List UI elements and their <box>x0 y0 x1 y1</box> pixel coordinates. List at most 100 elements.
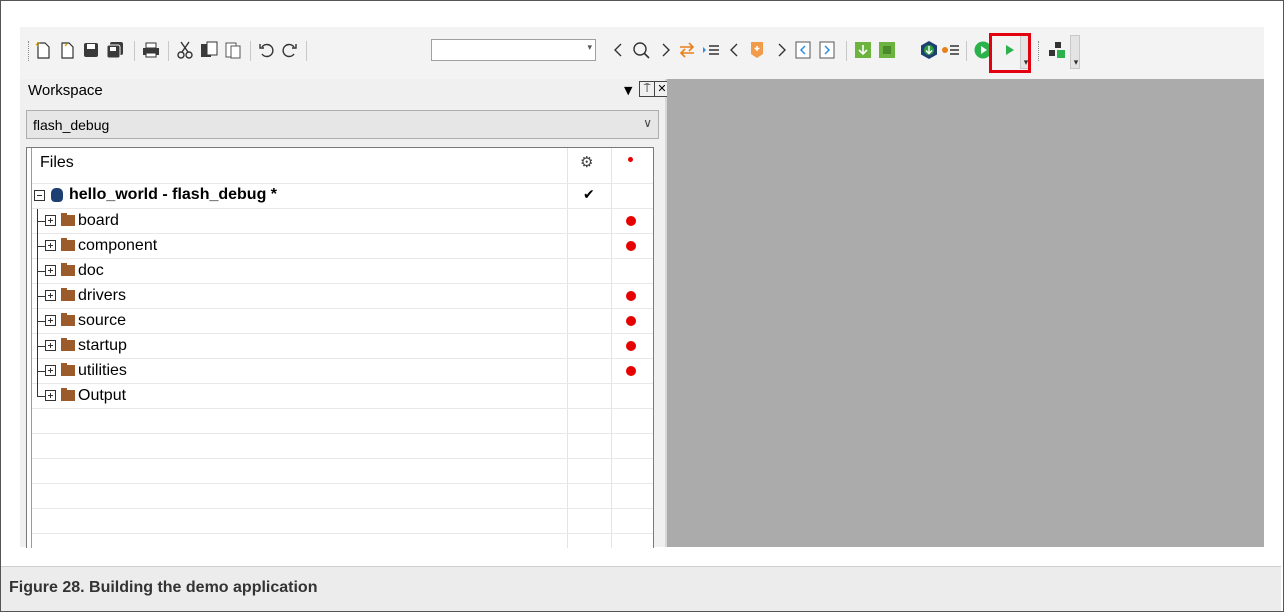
print-icon[interactable] <box>142 41 160 59</box>
new-file-icon[interactable] <box>34 41 52 59</box>
toolbar-separator <box>168 41 169 61</box>
toolbar-separator <box>966 41 967 61</box>
folder-row[interactable]: component <box>32 234 653 259</box>
workspace-panel: Workspace ▼ ⍑ ✕ flash_debug ∨ Files ⚙ he… <box>20 79 670 548</box>
expand-toggle-icon[interactable] <box>45 315 56 326</box>
folder-name[interactable]: source <box>78 312 126 330</box>
expand-toggle-icon[interactable] <box>45 215 56 226</box>
chevron-left-icon[interactable] <box>726 41 744 59</box>
toolbar-grip[interactable] <box>28 41 32 61</box>
folder-row[interactable]: utilities <box>32 359 653 384</box>
folder-name[interactable]: component <box>78 237 157 255</box>
collapse-toggle-icon[interactable] <box>34 190 45 201</box>
folder-icon <box>61 238 75 251</box>
save-icon[interactable] <box>82 41 100 59</box>
folder-name[interactable]: drivers <box>78 287 126 305</box>
folder-icon <box>61 263 75 276</box>
empty-row <box>32 459 653 484</box>
project-name[interactable]: hello_world - flash_debug * <box>69 186 277 204</box>
folder-name[interactable]: doc <box>78 262 104 280</box>
expand-toggle-icon[interactable] <box>45 265 56 276</box>
folder-name[interactable]: utilities <box>78 362 127 380</box>
find-combo[interactable]: ▾ <box>431 39 596 61</box>
configuration-value[interactable]: flash_debug <box>33 117 109 133</box>
folder-name[interactable]: startup <box>78 337 127 355</box>
modified-dot-icon <box>626 316 636 326</box>
tree-line <box>37 246 45 247</box>
folder-row[interactable]: source <box>32 309 653 334</box>
chevron-left-icon[interactable] <box>610 41 628 59</box>
files-column-header[interactable]: Files <box>40 154 74 172</box>
open-file-icon[interactable] <box>58 41 76 59</box>
toolbar-overflow-button[interactable]: ▾ <box>1070 35 1080 69</box>
modified-column-dot-icon[interactable] <box>628 157 633 162</box>
copy-icon[interactable] <box>200 41 218 59</box>
editor-area[interactable] <box>667 79 1264 547</box>
folder-row[interactable]: drivers <box>32 284 653 309</box>
modified-dot-icon <box>626 241 636 251</box>
search-icon[interactable] <box>632 41 650 59</box>
folder-icon <box>61 338 75 351</box>
compile-icon[interactable] <box>854 41 872 59</box>
expand-toggle-icon[interactable] <box>45 365 56 376</box>
debug-without-download-icon[interactable] <box>942 41 960 59</box>
empty-row <box>32 484 653 509</box>
expand-toggle-icon[interactable] <box>45 340 56 351</box>
main-toolbar: ▾ ▾ ▾ <box>20 27 1264 79</box>
tree-header: Files ⚙ <box>32 148 653 184</box>
empty-row <box>32 509 653 534</box>
folder-row[interactable]: board <box>32 209 653 234</box>
swap-arrows-icon[interactable] <box>678 41 696 59</box>
download-debug-highlight <box>989 33 1031 73</box>
chevron-down-icon[interactable]: ∨ <box>643 116 652 130</box>
ide-screenshot: ▾ ▾ ▾ Workspace ▼ ⍑ ✕ flash_debug ∨ File… <box>20 27 1264 548</box>
indent-list-icon[interactable] <box>702 41 720 59</box>
folder-name[interactable]: Output <box>78 387 126 405</box>
toolbar-separator <box>306 41 307 61</box>
folder-row[interactable]: Output <box>32 384 653 409</box>
tree-line <box>37 296 45 297</box>
make-icon[interactable] <box>878 41 896 59</box>
tree-line <box>37 346 45 347</box>
modified-dot-icon <box>626 291 636 301</box>
toolbar-separator <box>134 41 135 61</box>
workspace-title: Workspace <box>28 82 103 99</box>
expand-toggle-icon[interactable] <box>45 240 56 251</box>
redo-icon[interactable] <box>280 41 298 59</box>
paste-icon[interactable] <box>224 41 242 59</box>
bookmark-icon[interactable] <box>748 41 766 59</box>
empty-row <box>32 434 653 459</box>
expand-toggle-icon[interactable] <box>45 390 56 401</box>
save-all-icon[interactable] <box>106 41 124 59</box>
cut-icon[interactable] <box>176 41 194 59</box>
folder-row[interactable]: startup <box>32 334 653 359</box>
undo-icon[interactable] <box>258 41 276 59</box>
project-row[interactable]: hello_world - flash_debug * ✔ <box>32 184 653 209</box>
pin-icon[interactable]: ⍑ <box>639 81 655 97</box>
folder-icon <box>61 388 75 401</box>
overflow-chevron-icon: ▾ <box>1073 58 1079 68</box>
chevron-right-icon[interactable] <box>656 41 674 59</box>
expand-toggle-icon[interactable] <box>45 290 56 301</box>
chevron-right-icon[interactable] <box>772 41 790 59</box>
tree-line <box>37 321 45 322</box>
configuration-select[interactable]: flash_debug ∨ <box>26 110 659 139</box>
folder-row[interactable]: doc <box>32 259 653 284</box>
caption-bar: Figure 28. Building the demo application <box>1 566 1281 611</box>
workspace-layout-icon[interactable] <box>1048 41 1066 59</box>
toolbar-separator <box>846 41 847 61</box>
chevron-down-icon[interactable]: ▾ <box>587 43 592 53</box>
download-and-debug-icon[interactable] <box>920 41 938 59</box>
next-file-icon[interactable] <box>818 41 836 59</box>
folder-icon <box>61 213 75 226</box>
tree-line <box>37 271 45 272</box>
workspace-menu-icon[interactable]: ▼ <box>624 84 632 97</box>
previous-file-icon[interactable] <box>794 41 812 59</box>
folder-name[interactable]: board <box>78 212 119 230</box>
modified-dot-icon <box>626 341 636 351</box>
toolbar-grip[interactable] <box>1038 41 1042 61</box>
workspace-header: Workspace ▼ ⍑ ✕ <box>22 79 670 101</box>
tree-line <box>37 396 45 397</box>
gear-icon[interactable]: ⚙ <box>580 153 593 171</box>
tree-line <box>37 371 45 372</box>
